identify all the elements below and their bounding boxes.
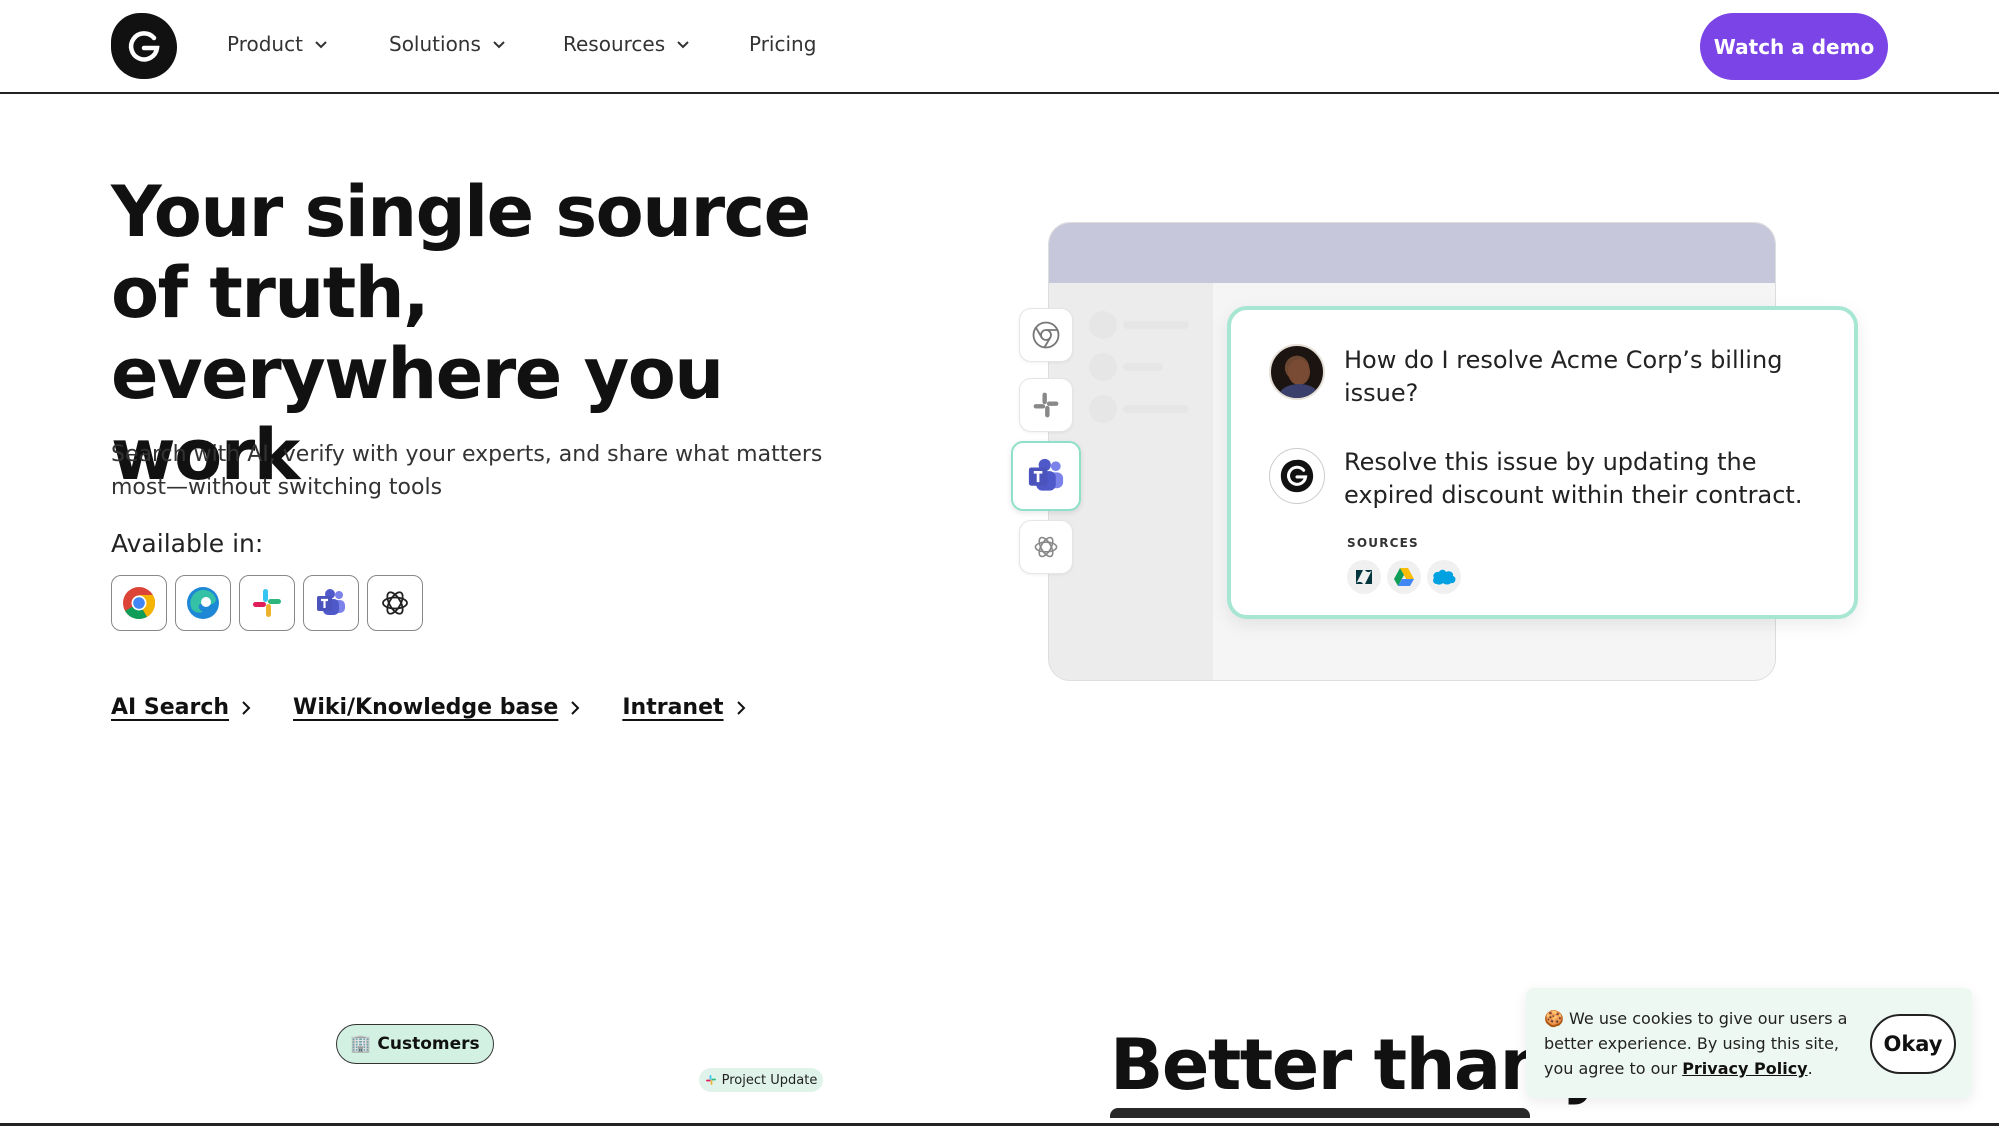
nav-product-label: Product [227, 32, 303, 56]
guru-logo[interactable] [111, 13, 177, 79]
source-icons [1347, 560, 1461, 594]
sources-label: SOURCES [1347, 536, 1419, 550]
cookie-message-end: . [1807, 1059, 1813, 1078]
user-avatar [1269, 344, 1325, 400]
link-intranet-label: Intranet [622, 695, 724, 720]
top-nav: Product Solutions Resources Pricing Watc… [0, 0, 1999, 94]
google-drive-icon[interactable] [1387, 560, 1421, 594]
placeholder-dot [1089, 353, 1117, 381]
chevron-down-icon [315, 41, 327, 49]
edge-icon[interactable] [175, 575, 231, 631]
link-wiki[interactable]: Wiki/Knowledge base [293, 695, 580, 720]
nav-solutions-label: Solutions [389, 32, 481, 56]
watch-demo-button[interactable]: Watch a demo [1700, 13, 1888, 80]
cookie-text: 🍪 We use cookies to give our users a bet… [1544, 1006, 1864, 1081]
nav-pricing[interactable]: Pricing [749, 32, 816, 56]
teams-icon[interactable] [303, 575, 359, 631]
guru-logo-icon [128, 31, 160, 62]
placeholder-dot [1089, 311, 1117, 339]
chat-answer: Resolve this issue by updating the expir… [1344, 448, 1803, 509]
avatar-shoulder [1279, 384, 1319, 398]
hero-links: AI Search Wiki/Knowledge base Intranet [111, 695, 746, 720]
side-slack-icon[interactable] [1019, 378, 1073, 432]
nav-resources[interactable]: Resources [563, 32, 691, 56]
slack-icon[interactable] [239, 575, 295, 631]
chat-question: How do I resolve Acme Corp’s billing iss… [1344, 346, 1783, 407]
link-wiki-label: Wiki/Knowledge base [293, 695, 559, 720]
cookie-okay-button[interactable]: Okay [1870, 1014, 1956, 1074]
chevron-down-icon [493, 41, 505, 49]
placeholder-dot [1089, 395, 1117, 423]
chevron-right-icon [736, 700, 745, 715]
link-ai-search[interactable]: AI Search [111, 695, 251, 720]
chevron-right-icon [242, 700, 251, 715]
slack-icon [705, 1075, 716, 1085]
available-in-label: Available in: [111, 529, 264, 558]
placeholder-line [1123, 321, 1189, 329]
chevron-down-icon [677, 41, 689, 49]
nav-product[interactable]: Product [227, 32, 329, 56]
link-ai-search-label: AI Search [111, 695, 230, 720]
side-teams-icon[interactable] [1011, 441, 1081, 511]
available-apps [111, 575, 423, 631]
cookie-banner: 🍪 We use cookies to give our users a bet… [1526, 988, 1972, 1098]
side-chrome-icon[interactable] [1019, 308, 1073, 362]
nav-solutions[interactable]: Solutions [389, 32, 507, 56]
nav-resources-label: Resources [563, 32, 666, 56]
chrome-icon[interactable] [111, 575, 167, 631]
zendesk-icon[interactable] [1347, 560, 1381, 594]
placeholder-line [1123, 363, 1163, 371]
chatgpt-icon[interactable] [367, 575, 423, 631]
hero-subtitle: Search with AI, verify with your experts… [111, 442, 823, 500]
chat-card: How do I resolve Acme Corp’s billing iss… [1227, 306, 1858, 619]
window-titlebar [1049, 223, 1775, 283]
placeholder-line [1123, 405, 1189, 413]
privacy-policy-link[interactable]: Privacy Policy [1682, 1059, 1807, 1078]
project-update-pill: Project Update [699, 1068, 823, 1092]
nav-pricing-label: Pricing [749, 32, 817, 56]
avatar-face [1288, 359, 1310, 385]
project-update-label: Project Update [721, 1072, 818, 1088]
customers-pill: 🏢 Customers [336, 1024, 494, 1064]
guru-bot-avatar [1269, 448, 1325, 504]
side-chatgpt-icon[interactable] [1019, 520, 1073, 574]
salesforce-icon[interactable] [1427, 560, 1461, 594]
chevron-right-icon [571, 700, 580, 715]
guru-logo-icon [1280, 459, 1314, 493]
link-intranet[interactable]: Intranet [622, 695, 745, 720]
